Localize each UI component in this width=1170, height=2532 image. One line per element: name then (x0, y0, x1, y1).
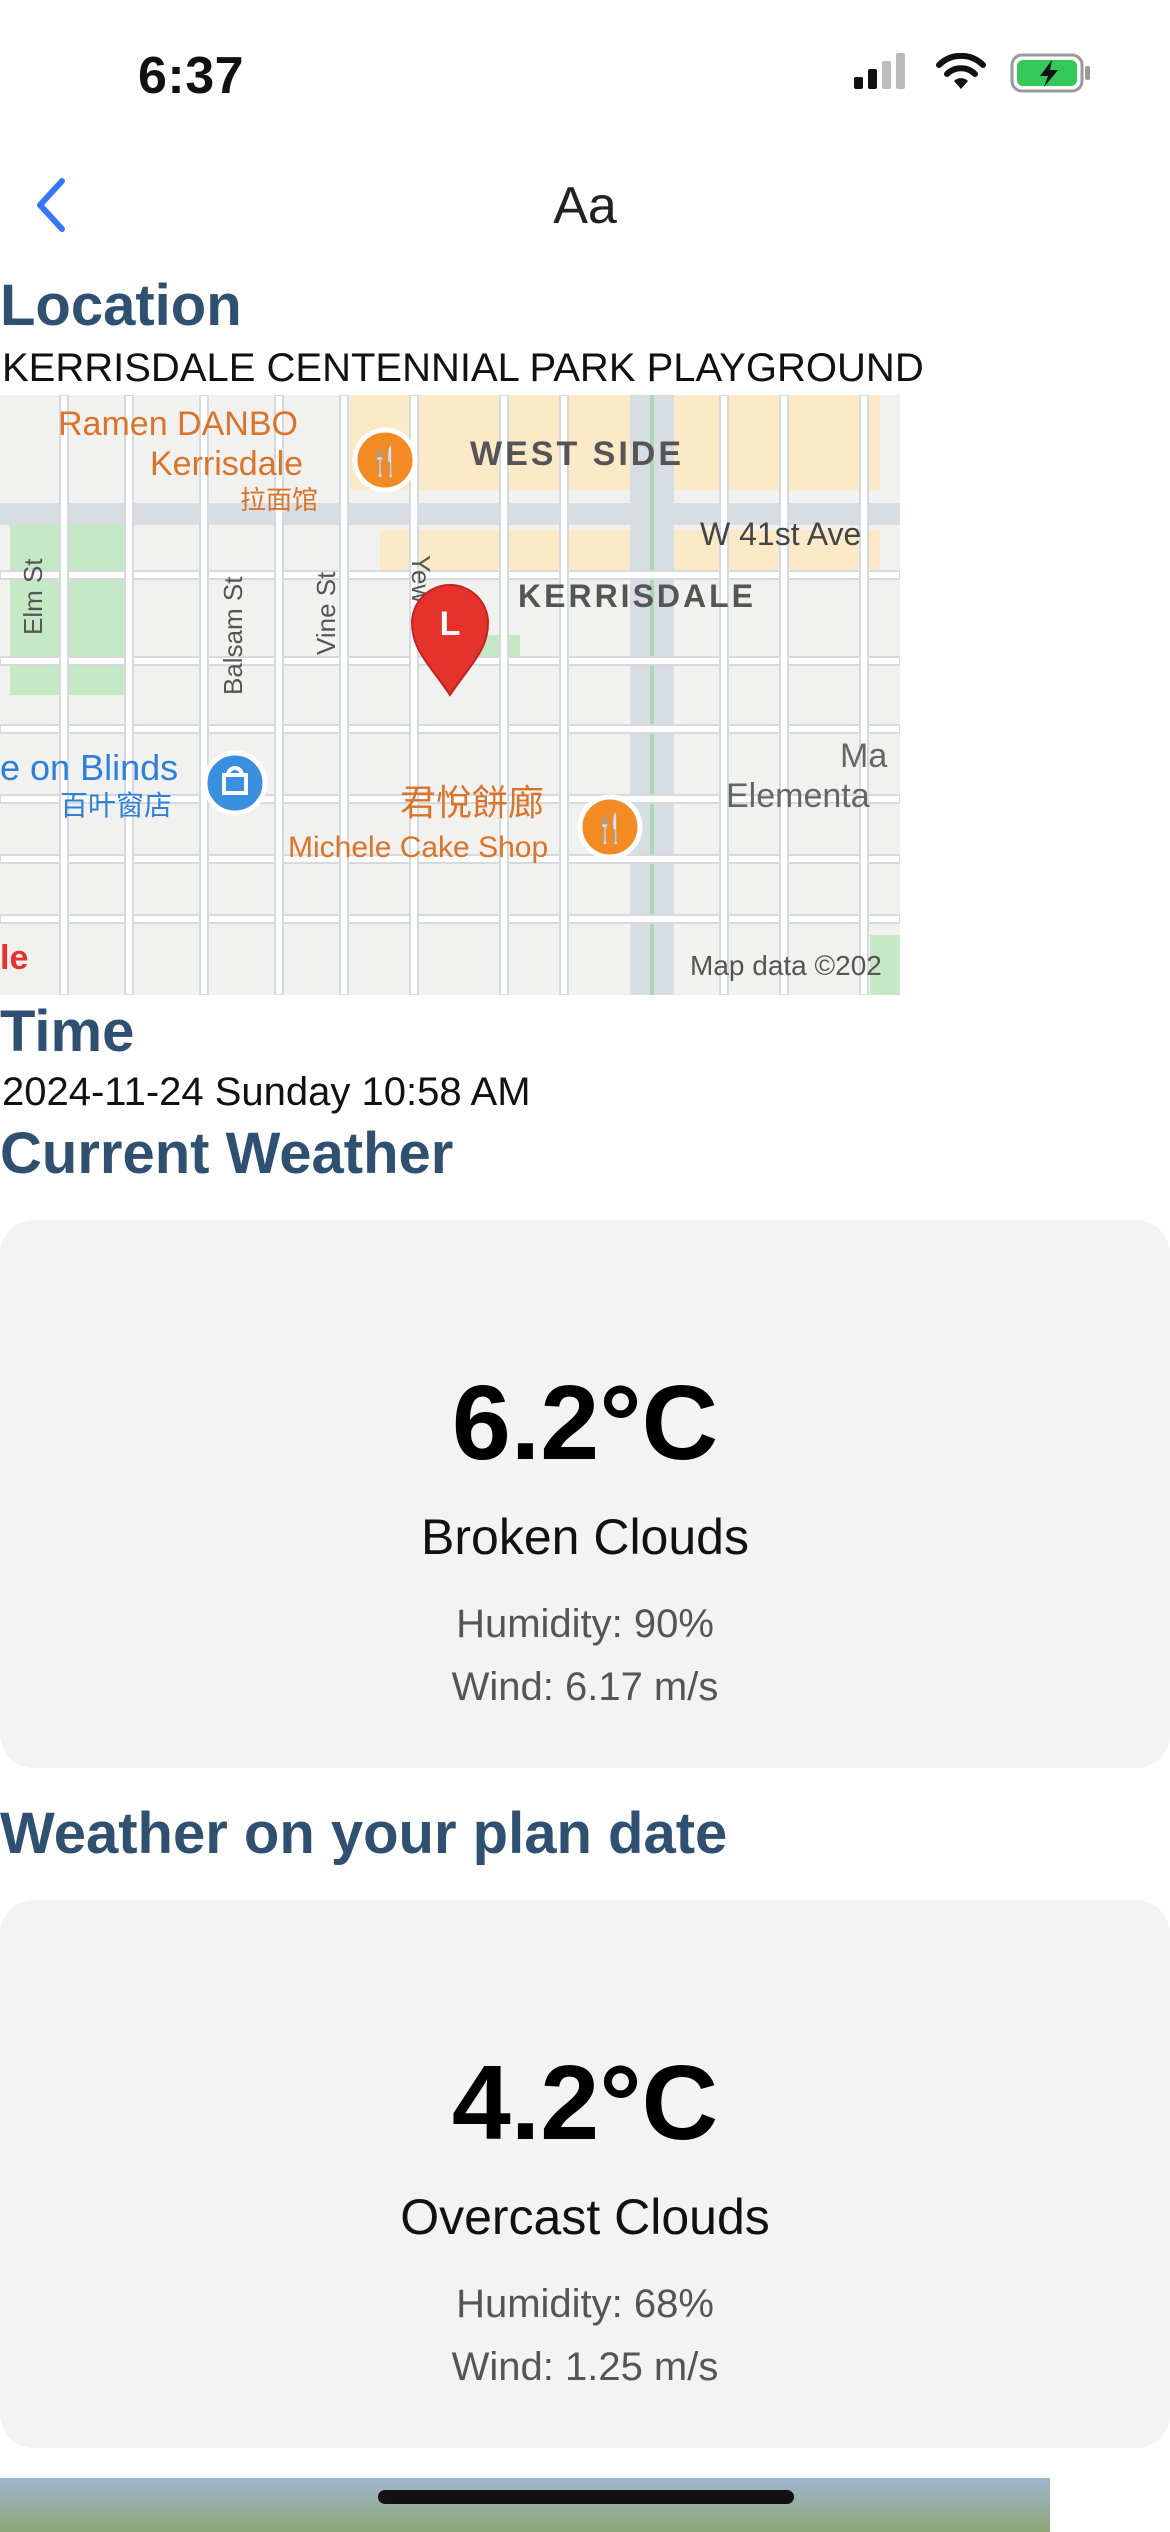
svg-text:Kerrisdale: Kerrisdale (150, 445, 303, 483)
time-value: 2024-11-24 Sunday 10:58 AM (2, 1070, 531, 1114)
svg-text:e on Blinds: e on Blinds (0, 747, 178, 788)
map-label-west-side: WEST SIDE (470, 435, 684, 473)
home-indicator[interactable] (378, 2490, 794, 2504)
plan-temperature: 4.2°C (451, 2044, 719, 2162)
svg-text:Michele Cake Shop: Michele Cake Shop (288, 831, 548, 864)
plan-condition: Overcast Clouds (400, 2189, 770, 2245)
plan-weather-heading: Weather on your plan date (0, 1801, 728, 1866)
current-weather-heading: Current Weather (0, 1121, 454, 1186)
current-weather-card: 6.2°C Broken Clouds Humidity: 90% Wind: … (0, 1220, 1170, 1768)
svg-text:Ramen DANBO: Ramen DANBO (58, 405, 298, 443)
map-label-kerrisdale: KERRISDALE (518, 578, 756, 614)
plan-weather-card: 4.2°C Overcast Clouds Humidity: 68% Wind… (0, 1900, 1170, 2448)
location-photo (0, 2478, 1050, 2532)
current-wind: Wind: 6.17 m/s (451, 1665, 719, 1709)
screen: 6:37 Aa Location KERRISDALE CENTENNIAL P… (0, 0, 1170, 2532)
fork-knife-icon: 🍴 (368, 445, 403, 478)
map-logo-fragment: le (0, 939, 28, 977)
map-label-elm: Elm St (18, 558, 48, 635)
map-label-w41: W 41st Ave (700, 516, 861, 552)
battery-charging-icon (1010, 52, 1092, 99)
status-time: 6:37 (138, 47, 245, 105)
location-heading: Location (0, 273, 242, 338)
nav-title: Aa (553, 177, 617, 235)
status-bar: 6:37 (0, 0, 1170, 150)
current-condition: Broken Clouds (421, 1509, 749, 1565)
current-humidity: Humidity: 90% (456, 1602, 714, 1646)
fork-knife-icon: 🍴 (593, 812, 628, 845)
svg-text:L: L (440, 605, 461, 643)
svg-text:君悅餅廊: 君悅餅廊 (400, 782, 544, 823)
plan-wind: Wind: 1.25 m/s (451, 2345, 719, 2389)
time-heading: Time (0, 999, 135, 1064)
location-name: KERRISDALE CENTENNIAL PARK PLAYGROUND (2, 346, 924, 390)
svg-text:百叶窗店: 百叶窗店 (60, 790, 172, 821)
shop-marker-icon[interactable] (202, 750, 268, 816)
plan-humidity: Humidity: 68% (456, 2282, 714, 2326)
map-label-elementa: Elementa (726, 777, 870, 815)
map-label-ma: Ma (840, 737, 887, 775)
map-attribution: Map data ©202 (690, 950, 882, 981)
map-label-balsam: Balsam St (218, 576, 248, 695)
status-icons (852, 52, 1092, 99)
cellular-signal-icon (852, 53, 912, 98)
navigation-bar: Aa (0, 160, 1170, 250)
svg-text:拉面馆: 拉面馆 (240, 485, 318, 515)
map-view[interactable]: Ramen DANBO Kerrisdale 拉面馆 🍴 WEST SIDE W… (0, 395, 900, 995)
wifi-icon (934, 52, 988, 98)
map-label-vine: Vine St (311, 571, 341, 655)
current-temperature: 6.2°C (451, 1364, 719, 1482)
